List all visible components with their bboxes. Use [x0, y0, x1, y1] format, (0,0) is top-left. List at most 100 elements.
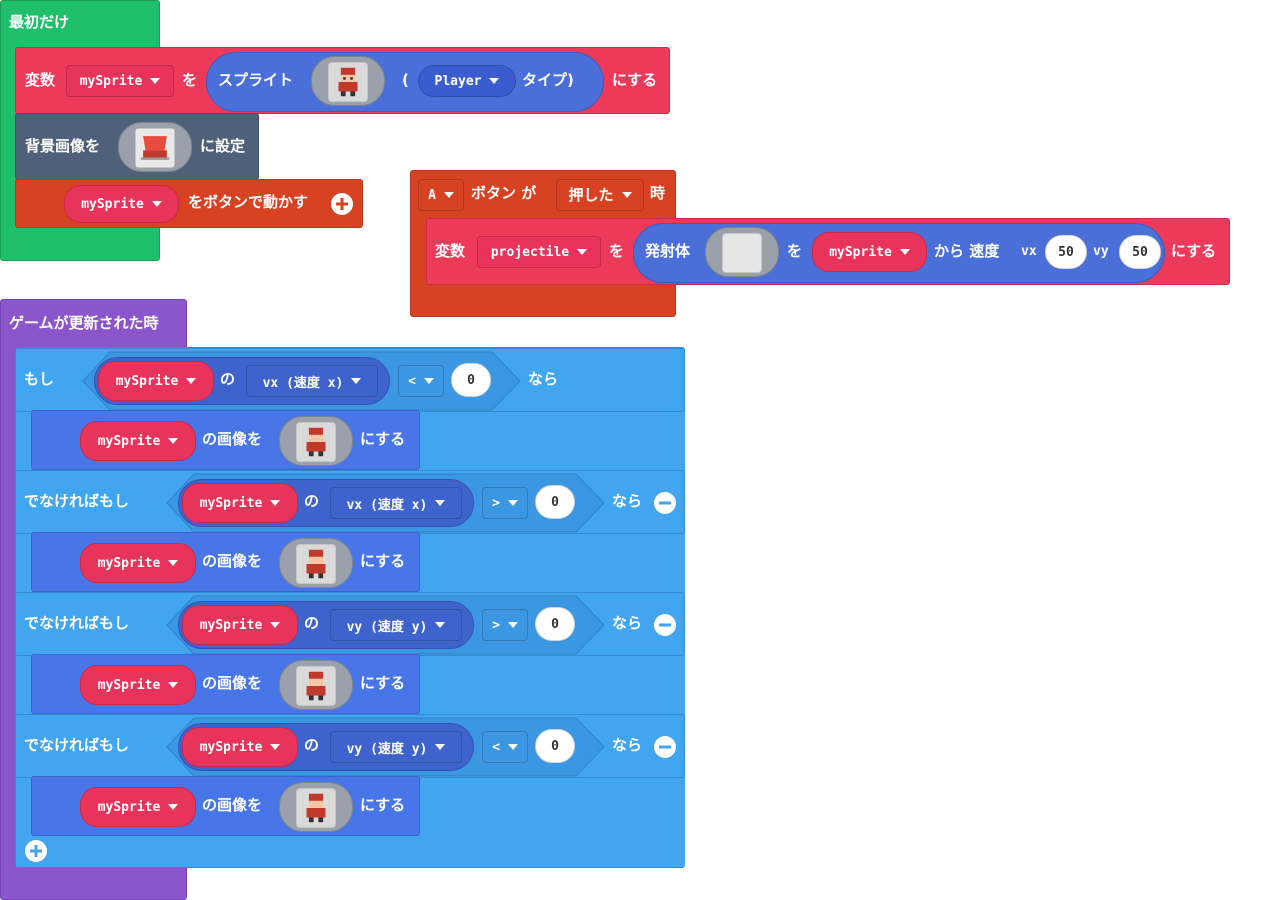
projectile-label: 発射体 — [645, 242, 691, 260]
caret-down-icon — [351, 378, 362, 384]
sprite-kind-dropdown[interactable]: Player — [418, 65, 516, 97]
operator-dropdown[interactable]: > — [482, 487, 528, 519]
else-if-condition-row[interactable]: でなければもし mySprite の vy (速度 y) < 0 なら — [15, 714, 685, 778]
set-sprite-image-block[interactable]: mySprite の画像を にする — [31, 410, 420, 470]
sprite-image-slot[interactable] — [279, 538, 353, 588]
operator-value: < — [408, 373, 416, 389]
comparison-value-input[interactable]: 0 — [451, 363, 491, 397]
comparison-value-input[interactable]: 0 — [535, 729, 575, 763]
operator-dropdown[interactable]: > — [482, 609, 528, 641]
else-if-condition-row[interactable]: でなければもし mySprite の vx (速度 x) > 0 なら — [15, 470, 685, 534]
sprite-variable-reporter[interactable]: mySprite — [80, 543, 196, 583]
background-image-slot[interactable] — [118, 122, 192, 172]
sprite-image-slot[interactable] — [311, 56, 385, 106]
minus-circle-icon[interactable] — [654, 736, 676, 758]
variable-name: mySprite — [97, 433, 161, 449]
sprite-variable-reporter[interactable]: mySprite — [98, 361, 214, 401]
comparison-value-input[interactable]: 0 — [535, 485, 575, 519]
set-image-label: の画像を — [202, 674, 263, 692]
minus-circle-icon[interactable] — [654, 614, 676, 636]
sprite-image-slot[interactable] — [279, 660, 353, 710]
sprite-image-slot[interactable] — [279, 416, 353, 466]
caret-down-icon — [168, 804, 179, 810]
operator-dropdown[interactable]: < — [398, 365, 444, 397]
variable-name: mySprite — [829, 244, 892, 260]
player-sprite-image — [296, 666, 336, 706]
caret-down-icon — [443, 192, 454, 198]
to-label: を — [609, 242, 625, 260]
set-sprite-image-block[interactable]: mySprite の画像を にする — [31, 776, 420, 836]
caret-down-icon — [270, 744, 281, 750]
else-if-condition-row[interactable]: でなければもし mySprite の vy (速度 y) > 0 なら — [15, 592, 685, 656]
property-dropdown[interactable]: vx (速度 x) — [246, 365, 378, 397]
else-if-label: でなければもし — [24, 736, 130, 754]
variable-dropdown-projectile[interactable]: projectile — [477, 236, 601, 268]
set-sprite-image-block[interactable]: mySprite の画像を にする — [31, 532, 420, 592]
variable-dropdown-mysprite[interactable]: mySprite — [66, 65, 174, 97]
from-velocity-label: から 速度 — [934, 242, 1000, 260]
property-dropdown[interactable]: vy (速度 y) — [330, 731, 462, 763]
set-image-label: の画像を — [202, 796, 263, 814]
property-value: vx (速度 x) — [346, 497, 428, 513]
caret-down-icon — [435, 622, 446, 628]
of-label: の — [304, 614, 320, 632]
variable-name: mySprite — [199, 617, 263, 633]
sprite-variable-reporter[interactable]: mySprite — [812, 232, 927, 272]
player-sprite-image — [328, 62, 368, 102]
wo-label: を — [787, 242, 803, 260]
set-background-suffix: に設定 — [200, 137, 246, 155]
set-suffix-label: にする — [360, 796, 406, 814]
to-label: を — [182, 71, 198, 89]
button-event-dropdown[interactable]: 押した — [556, 179, 644, 211]
button-dropdown[interactable]: A — [418, 179, 464, 211]
else-if-label: でなければもし — [24, 492, 130, 510]
set-image-label: の画像を — [202, 430, 263, 448]
projectile-image — [722, 233, 762, 273]
vx-input[interactable]: 50 — [1045, 235, 1087, 269]
on-update-label: ゲームが更新された時 — [9, 314, 159, 332]
caret-down-icon — [435, 744, 446, 750]
set-background-image-block[interactable]: 背景画像を に設定 — [15, 113, 259, 180]
button-event-value: 押した — [568, 186, 614, 204]
property-value: vx (速度 x) — [262, 375, 344, 391]
plus-circle-icon[interactable] — [25, 840, 47, 862]
sprite-kind-value: Player — [434, 73, 482, 89]
vy-input[interactable]: 50 — [1119, 235, 1161, 269]
minus-circle-icon[interactable] — [654, 492, 676, 514]
caret-down-icon — [507, 622, 518, 628]
operator-value: < — [492, 739, 500, 755]
type-label: タイプ) — [522, 71, 574, 89]
if-condition-row[interactable]: もし mySprite の vx (速度 x) < 0 なら — [15, 348, 685, 412]
property-dropdown[interactable]: vx (速度 x) — [330, 487, 462, 519]
operator-dropdown[interactable]: < — [482, 731, 528, 763]
sprite-variable-reporter[interactable]: mySprite — [182, 727, 298, 767]
sprite-variable-reporter[interactable]: mySprite — [182, 483, 298, 523]
caret-down-icon — [507, 744, 518, 750]
sprite-variable-reporter[interactable]: mySprite — [80, 421, 196, 461]
then-label: なら — [612, 736, 643, 754]
sprite-variable-reporter[interactable]: mySprite — [80, 665, 196, 705]
caret-down-icon — [168, 560, 179, 566]
sprite-variable-reporter[interactable]: mySprite — [80, 787, 196, 827]
set-suffix-label: にする — [360, 552, 406, 570]
variable-name: projectile — [490, 244, 570, 260]
caret-down-icon — [577, 249, 588, 255]
set-image-label: の画像を — [202, 552, 263, 570]
sprite-variable-reporter[interactable]: mySprite — [182, 605, 298, 645]
caret-down-icon — [270, 500, 281, 506]
player-sprite-image — [296, 422, 336, 462]
comparison-value-input[interactable]: 0 — [535, 607, 575, 641]
projectile-image-slot[interactable] — [705, 227, 779, 277]
sprite-image-slot[interactable] — [279, 782, 353, 832]
plus-circle-icon[interactable] — [331, 193, 353, 215]
set-sprite-variable-block[interactable]: 変数 mySprite を スプライト ( Player タイプ) にする — [15, 47, 670, 114]
move-sprite-with-buttons-block[interactable]: mySprite をボタンで動かす — [15, 179, 363, 228]
set-projectile-variable-block[interactable]: 変数 projectile を 発射体 を mySprite から 速度 vx … — [426, 218, 1230, 285]
variable-name: mySprite — [199, 739, 263, 755]
caret-down-icon — [435, 500, 446, 506]
property-dropdown[interactable]: vy (速度 y) — [330, 609, 462, 641]
caret-down-icon — [151, 201, 162, 207]
button-value: A — [428, 187, 436, 203]
set-sprite-image-block[interactable]: mySprite の画像を にする — [31, 654, 420, 714]
sprite-variable-reporter[interactable]: mySprite — [64, 185, 179, 223]
